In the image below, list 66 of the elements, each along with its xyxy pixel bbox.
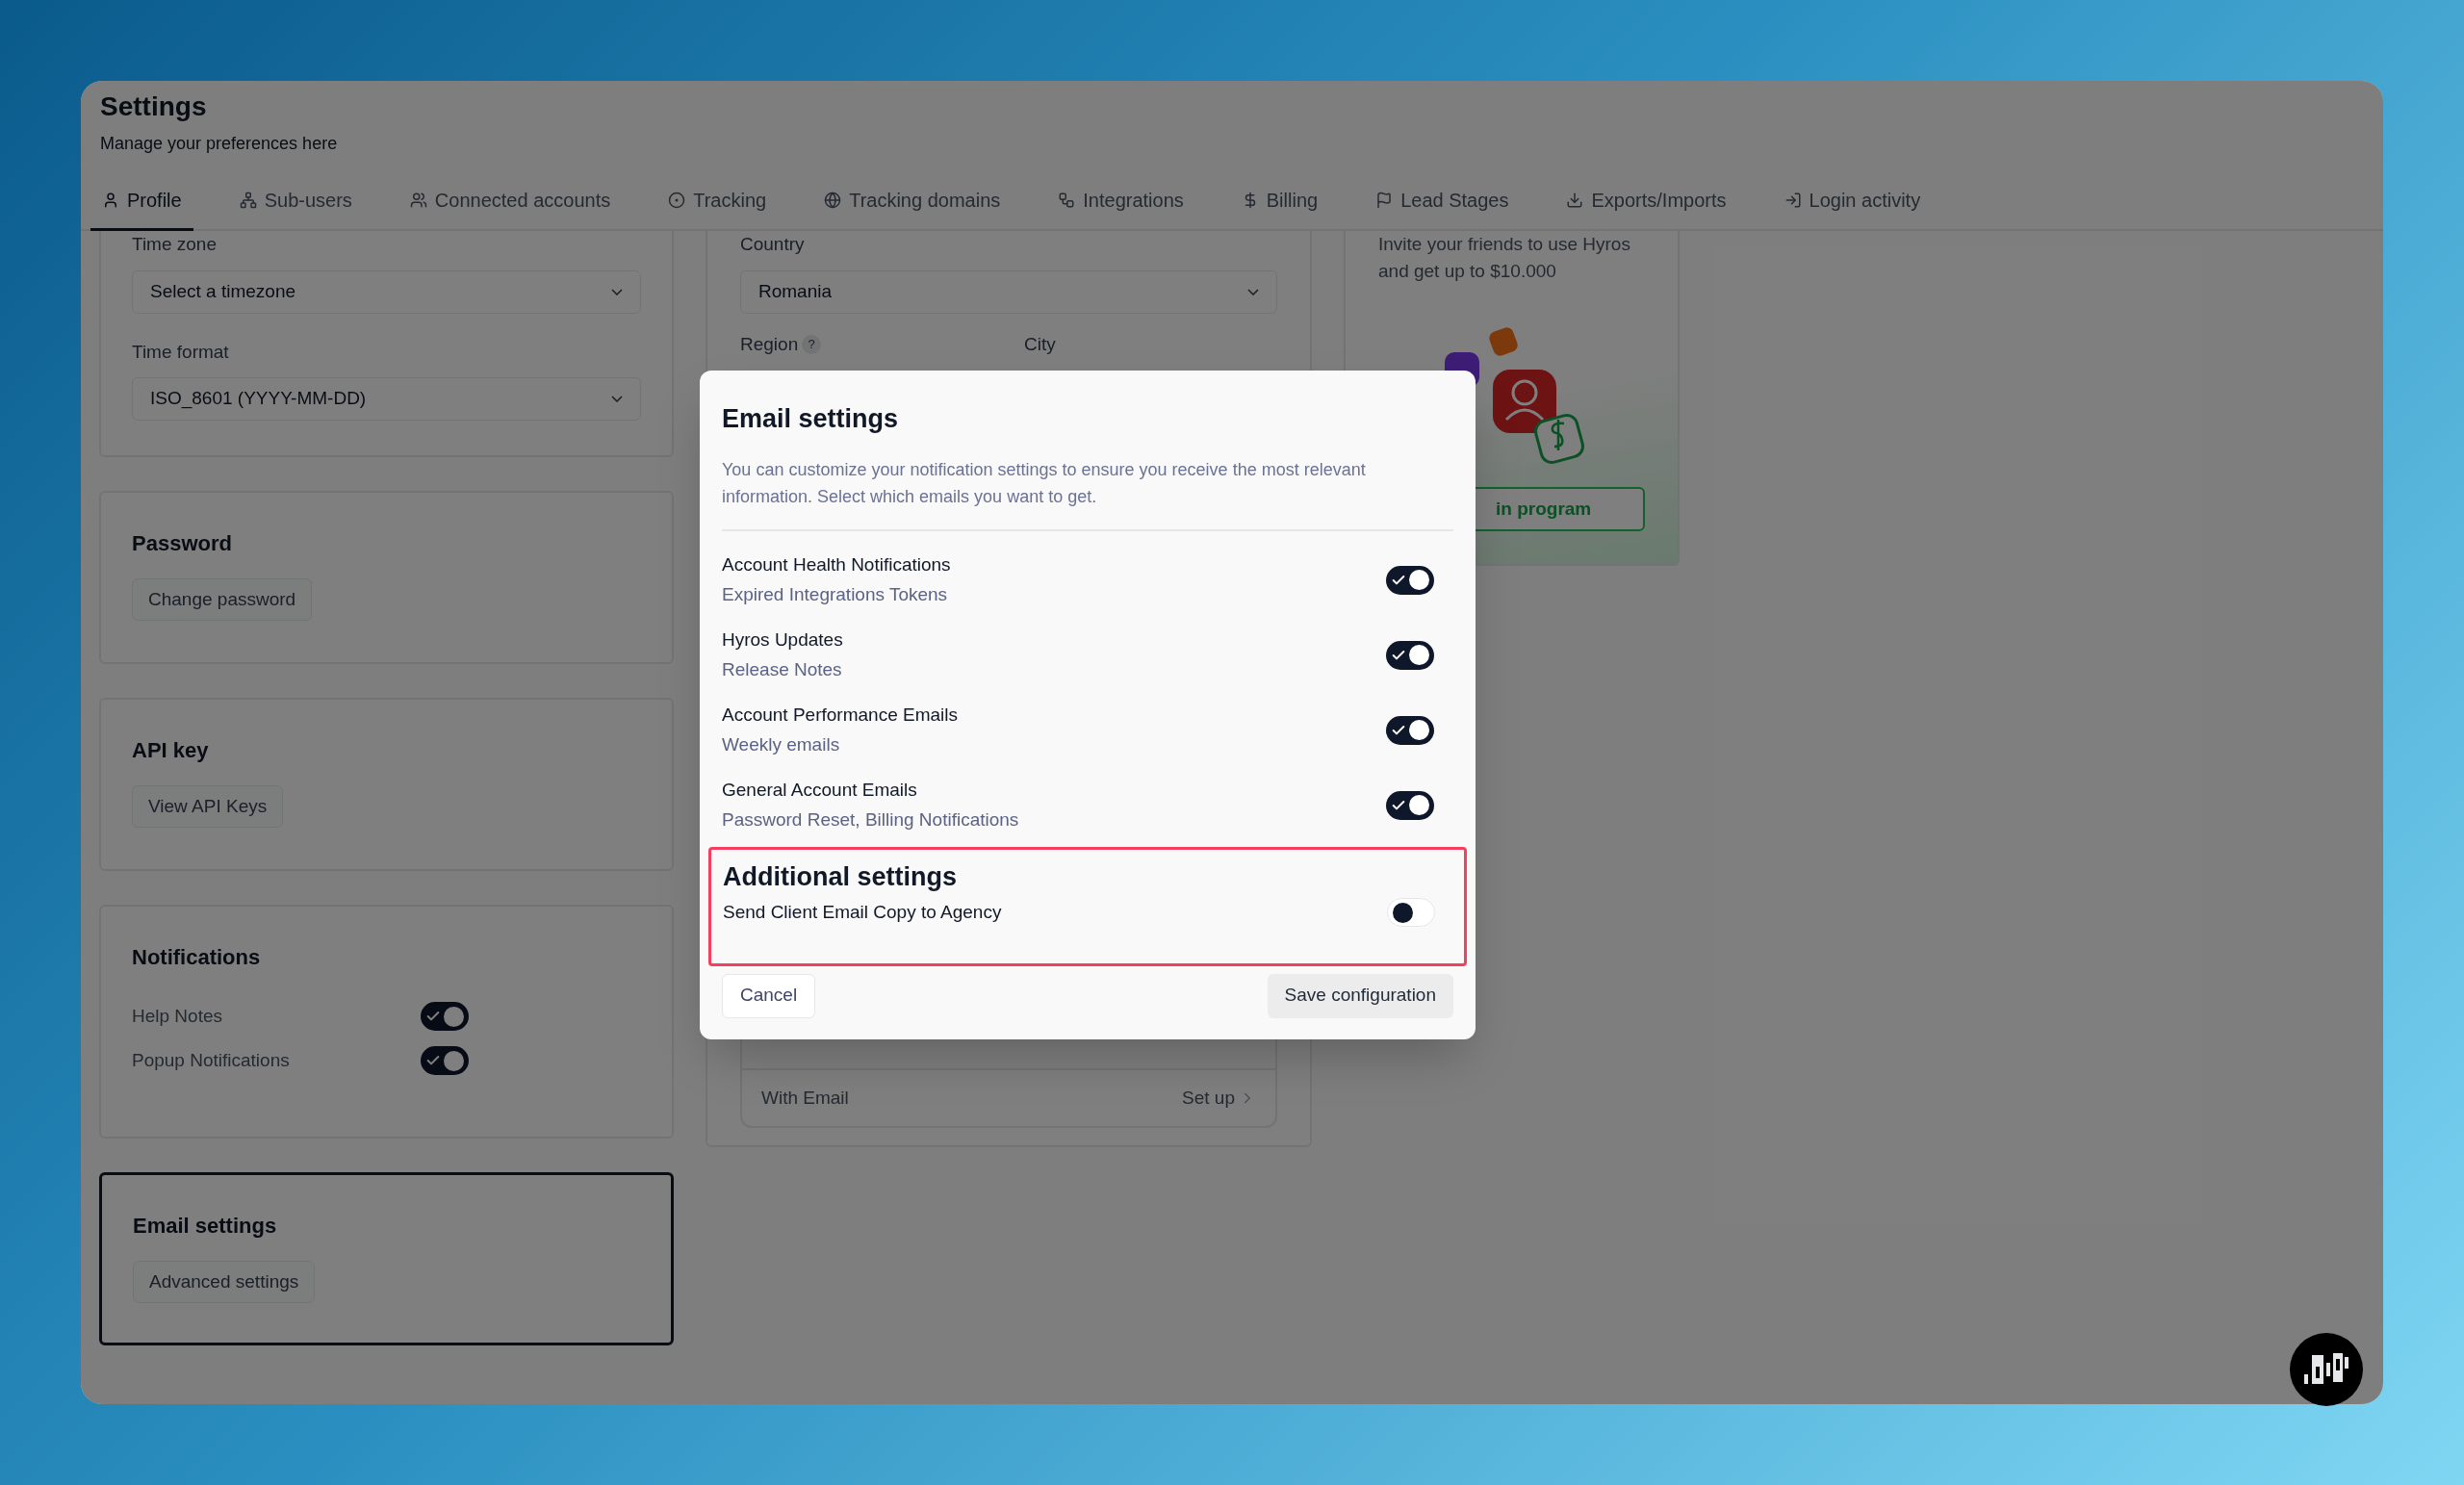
settings-tab[interactable]: Exports/Imports xyxy=(1554,180,1738,231)
email-option-title: General Account Emails xyxy=(722,779,918,802)
chevron-down-icon xyxy=(1247,288,1259,295)
email-option-subtitle: Release Notes xyxy=(722,657,843,681)
email-toggle[interactable] xyxy=(1386,640,1434,670)
nodes-icon xyxy=(1058,192,1076,209)
settings-tab[interactable]: Lead Stages xyxy=(1364,180,1521,231)
toggle-label: Help Notes xyxy=(132,1004,222,1028)
field-label: Time zone xyxy=(132,233,218,256)
target-icon xyxy=(668,192,686,209)
page-subtitle: Manage your preferences here xyxy=(100,133,339,155)
email-option-title: Account Health Notifications xyxy=(722,553,951,576)
setup-link[interactable]: Set up xyxy=(1182,1084,1235,1113)
field-label: Region xyxy=(740,332,799,356)
email-option-subtitle: Password Reset, Billing Notifications xyxy=(722,807,1019,832)
chevron-down-icon xyxy=(611,288,623,295)
people-tree-icon xyxy=(239,192,257,209)
login-icon xyxy=(1784,192,1802,209)
settings-tab[interactable]: Tracking xyxy=(656,180,779,231)
settings-tab[interactable]: Connected accounts xyxy=(398,180,623,231)
section-heading: Additional settings xyxy=(723,860,958,893)
users-icon xyxy=(409,192,427,209)
settings-tab[interactable]: Login activity xyxy=(1772,180,1933,231)
settings-tab[interactable]: Tracking domains xyxy=(812,180,1013,231)
field-label: City xyxy=(1024,332,1056,356)
help-badge[interactable]: ? xyxy=(802,334,822,354)
notification-toggle[interactable] xyxy=(421,1002,469,1031)
time-format-select[interactable]: ISO_8601 (YYYY-MM-DD) xyxy=(132,377,641,421)
card-button[interactable]: Advanced settings xyxy=(133,1261,316,1303)
card-title: Password xyxy=(132,530,233,557)
flag-icon xyxy=(1375,192,1394,209)
cancel-button[interactable]: Cancel xyxy=(722,973,816,1018)
modal-title: Email settings xyxy=(722,403,900,435)
field-label: Time format xyxy=(132,340,230,364)
email-option-subtitle: Expired Integrations Tokens xyxy=(722,582,949,606)
notification-toggle[interactable] xyxy=(421,1046,469,1075)
settings-tab[interactable]: Billing xyxy=(1229,180,1330,231)
referral-text: Invite your friends to use Hyros and get up to $10.000 xyxy=(1378,233,1631,283)
settings-tab[interactable]: Integrations xyxy=(1046,180,1195,231)
email-option-title: Hyros Updates xyxy=(722,628,843,652)
globe-icon xyxy=(824,192,842,209)
user-icon xyxy=(102,192,119,209)
toggle-label: Popup Notifications xyxy=(132,1048,290,1072)
settings-tab[interactable]: Sub-users xyxy=(227,180,364,231)
timezone-select[interactable]: Select a timezone xyxy=(132,269,641,314)
save-configuration-button[interactable]: Save configuration xyxy=(1267,973,1453,1018)
country-select[interactable]: Romania xyxy=(740,269,1277,314)
page-title: Settings xyxy=(100,90,208,123)
card-button[interactable]: Change password xyxy=(132,578,313,621)
email-toggle[interactable] xyxy=(1387,898,1435,927)
email-option-title: Account Performance Emails xyxy=(722,704,958,727)
email-toggle[interactable] xyxy=(1386,790,1434,820)
download-icon xyxy=(1566,192,1584,209)
email-option-subtitle: Weekly emails xyxy=(722,732,841,756)
card-button[interactable]: View API Keys xyxy=(132,785,284,828)
bars-logo-icon xyxy=(2304,1353,2348,1386)
email-option-title: Send Client Email Copy to Agency xyxy=(723,900,1002,924)
email-toggle[interactable] xyxy=(1386,715,1434,745)
card-title: Email settings xyxy=(133,1213,278,1240)
card-title: Notifications xyxy=(132,944,262,971)
chevron-down-icon xyxy=(611,396,623,402)
email-toggle[interactable] xyxy=(1386,565,1434,595)
card-title: API key xyxy=(132,737,210,764)
modal-description: You can customize your notification settings to ensure you receive the most relevant information. Select which emails you want to get. xyxy=(722,458,1367,508)
row-label: With Email xyxy=(761,1086,849,1110)
field-label: Country xyxy=(740,233,806,256)
